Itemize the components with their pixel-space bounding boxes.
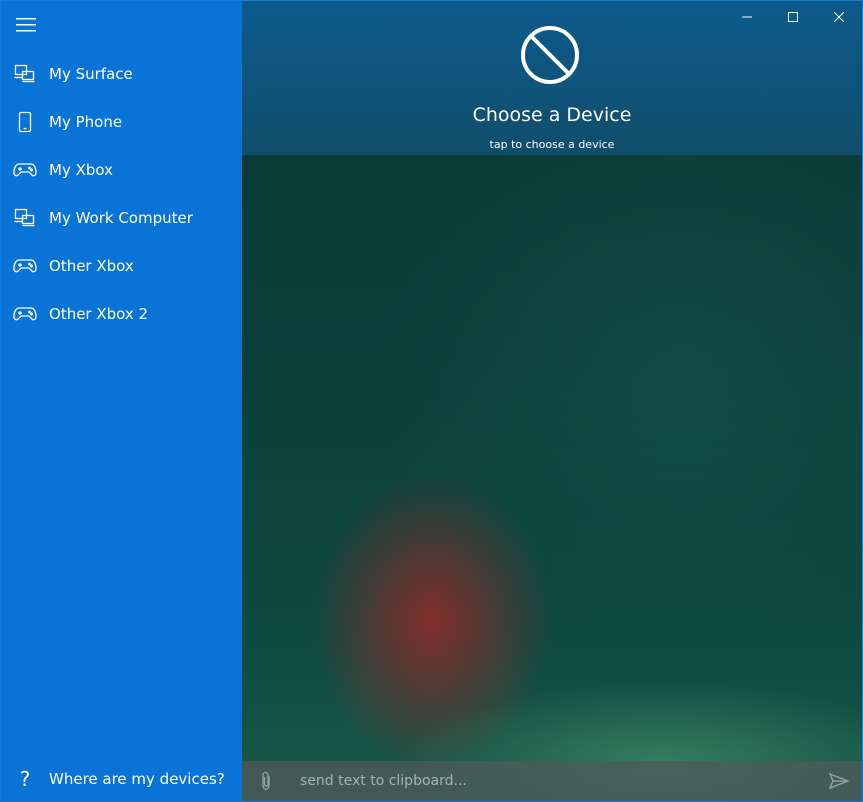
- gamepad-icon: [1, 290, 49, 338]
- no-device-icon: [521, 26, 579, 84]
- clipboard-input-bar: [242, 761, 862, 801]
- main-area: Choose a Device tap to choose a device: [242, 1, 862, 801]
- page-title: Choose a Device: [472, 104, 632, 126]
- close-button[interactable]: [816, 1, 862, 33]
- sidebar: My Surface My Phone My Xbox My Work Comp…: [1, 1, 242, 801]
- maximize-button[interactable]: [770, 1, 816, 33]
- laptop-icon: [1, 50, 49, 98]
- window-controls: [724, 1, 862, 33]
- device-item-label: My Surface: [49, 65, 133, 83]
- device-item-label: My Work Computer: [49, 209, 193, 227]
- phone-icon: [1, 98, 49, 146]
- send-icon: [829, 773, 849, 789]
- device-list: My Surface My Phone My Xbox My Work Comp…: [1, 50, 242, 338]
- paperclip-icon: [262, 771, 270, 791]
- hamburger-icon[interactable]: [13, 13, 39, 37]
- device-item-my-work-computer[interactable]: My Work Computer: [1, 194, 242, 242]
- gamepad-icon: [1, 146, 49, 194]
- help-label: Where are my devices?: [49, 770, 225, 788]
- clipboard-text-input[interactable]: [290, 765, 816, 797]
- device-item-other-xbox[interactable]: Other Xbox: [1, 242, 242, 290]
- device-item-label: Other Xbox: [49, 257, 134, 275]
- minimize-button[interactable]: [724, 1, 770, 33]
- page-subtitle: tap to choose a device: [489, 138, 615, 151]
- device-item-my-xbox[interactable]: My Xbox: [1, 146, 242, 194]
- help-where-are-my-devices[interactable]: ? Where are my devices?: [1, 755, 242, 801]
- device-item-my-phone[interactable]: My Phone: [1, 98, 242, 146]
- device-item-other-xbox-2[interactable]: Other Xbox 2: [1, 290, 242, 338]
- attach-button[interactable]: [242, 761, 290, 801]
- device-item-label: My Xbox: [49, 161, 113, 179]
- device-item-label: My Phone: [49, 113, 123, 131]
- question-icon: ?: [19, 767, 31, 791]
- laptop-icon: [1, 194, 49, 242]
- device-item-label: Other Xbox 2: [49, 305, 149, 323]
- send-button[interactable]: [816, 761, 862, 801]
- gamepad-icon: [1, 242, 49, 290]
- app-window: My Surface My Phone My Xbox My Work Comp…: [0, 0, 863, 802]
- device-item-my-surface[interactable]: My Surface: [1, 50, 242, 98]
